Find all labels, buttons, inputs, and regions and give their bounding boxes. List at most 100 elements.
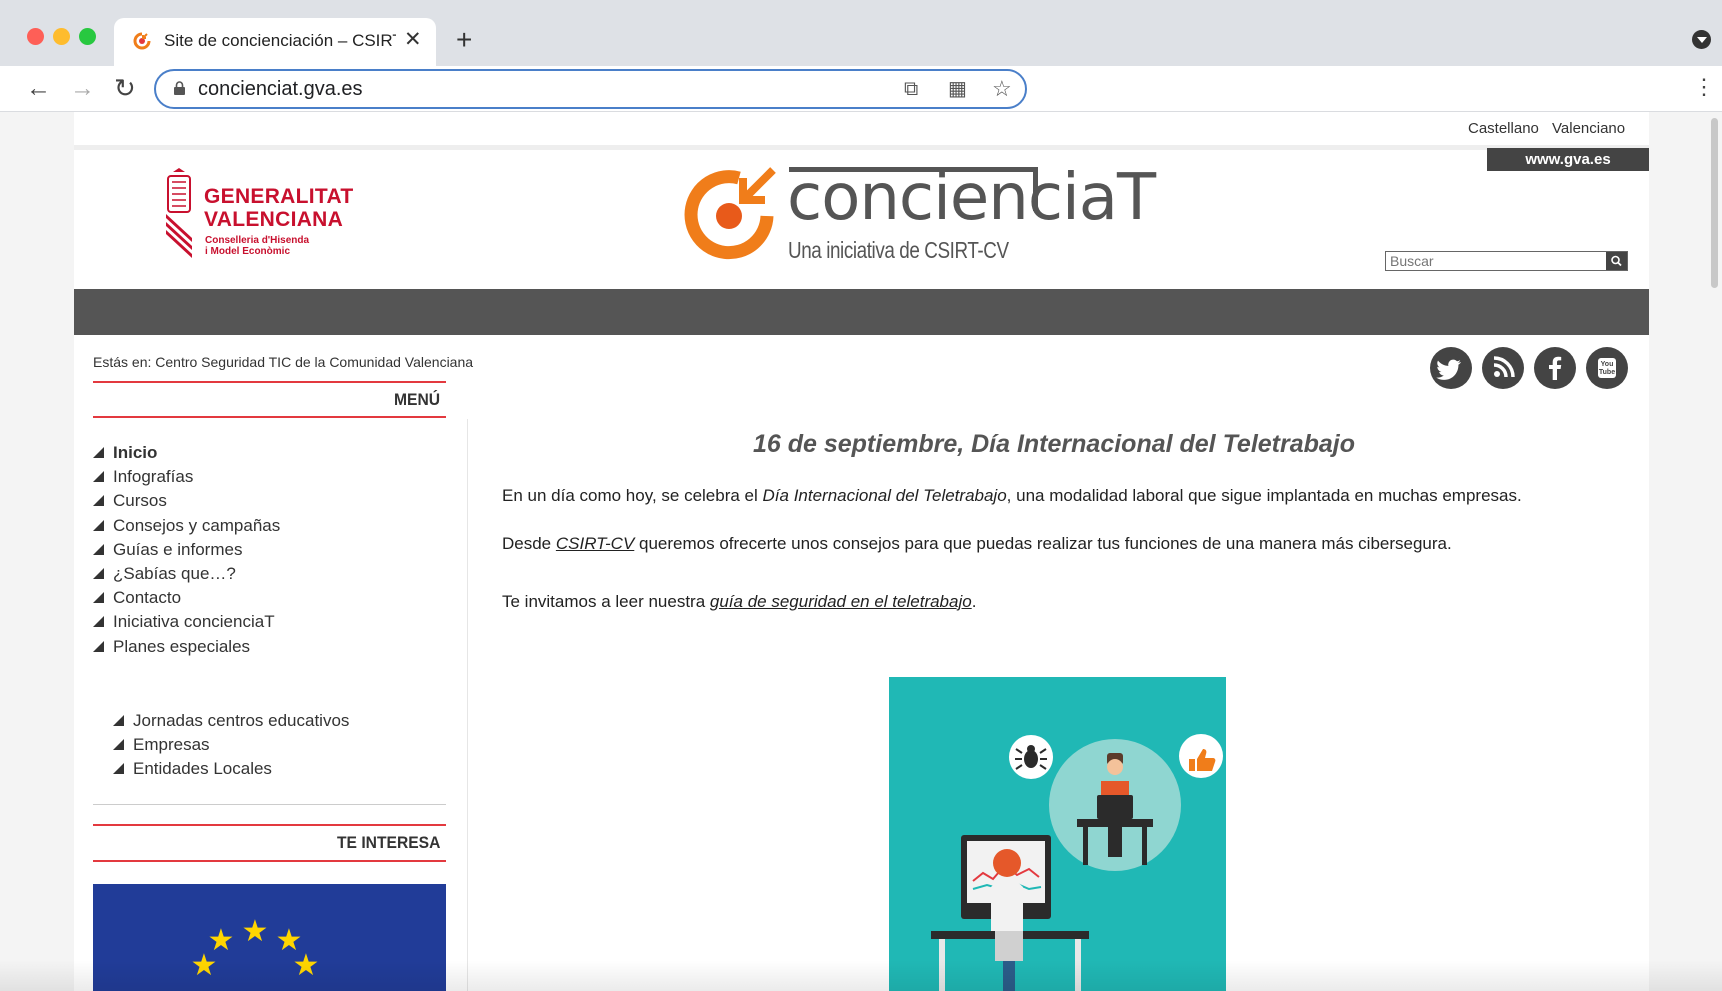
menu-item-label: Infografías <box>113 467 194 487</box>
svg-text:You: You <box>1601 361 1614 368</box>
csirt-cv-link[interactable]: CSIRT-CV <box>556 534 634 553</box>
reload-button[interactable]: ↻ <box>114 73 136 103</box>
conselleria-name-line1: Conselleria d'Hisenda <box>205 235 310 246</box>
new-tab-button[interactable]: + <box>456 26 472 54</box>
p2-text-end: queremos ofrecerte unos consejos para qu… <box>634 534 1452 553</box>
p3-text-end: . <box>971 592 977 611</box>
bullet-triangle-icon <box>93 471 104 483</box>
submenu-item-entidades[interactable]: Entidades Locales <box>113 757 349 781</box>
menu-item-guias[interactable]: Guías e informes <box>93 538 280 562</box>
menu-title: MENÚ <box>393 390 440 409</box>
search-input[interactable] <box>1386 252 1606 270</box>
bullet-triangle-icon <box>113 715 124 726</box>
rss-button[interactable] <box>1482 347 1524 389</box>
bullet-triangle-icon <box>93 519 104 531</box>
tab-close-icon[interactable]: ✕ <box>404 28 422 52</box>
menu-item-infografias[interactable]: Infografías <box>93 465 280 489</box>
cast-icon[interactable]: ⧉ <box>904 78 918 100</box>
menu-item-label: Iniciativa concienciaT <box>113 612 275 632</box>
generalitat-name: GENERALITAT VALENCIANA <box>204 185 354 231</box>
menu-item-label: Contacto <box>113 588 182 608</box>
p2-text: Desde <box>502 534 556 553</box>
article-paragraph-3: Te invitamos a leer nuestra guía de segu… <box>502 592 976 612</box>
bullet-triangle-icon <box>113 739 124 751</box>
svg-text:★: ★ <box>242 914 269 949</box>
menu-item-iniciativa[interactable]: Iniciativa concienciaT <box>93 610 280 634</box>
rss-icon <box>1493 356 1515 378</box>
bullet-triangle-icon <box>93 447 104 458</box>
bookmark-star-icon[interactable]: ☆ <box>992 78 1012 100</box>
column-divider <box>467 419 468 991</box>
concienciat-tagline: Una iniciativa de CSIRT-CV <box>788 237 1009 263</box>
menu-item-inicio[interactable]: Inicio <box>93 441 280 465</box>
menu-item-label: Planes especiales <box>113 636 251 656</box>
article-paragraph-2: Desde CSIRT-CV queremos ofrecerte unos c… <box>502 534 1452 554</box>
menu-item-label: Cursos <box>113 491 167 511</box>
url-text[interactable]: concienciat.gva.es <box>198 78 363 101</box>
submenu-item-empresas[interactable]: Empresas <box>113 733 349 757</box>
menu-item-sabias-que[interactable]: ¿Sabías que…? <box>93 562 280 586</box>
tab-title: Site de concienciación – CSIRT-CV <box>164 31 396 50</box>
menu-rule-bottom <box>93 416 446 418</box>
p3-text: Te invitamos a leer nuestra <box>502 592 710 611</box>
youtube-button[interactable]: You Tube <box>1586 347 1628 389</box>
concienciat-wordmark: concienciaT <box>787 161 1156 235</box>
breadcrumb: Estás en: Centro Seguridad TIC de la Com… <box>93 354 474 370</box>
p1-emphasis: Día Internacional del Teletrabajo <box>762 486 1007 505</box>
facebook-button[interactable] <box>1534 347 1576 389</box>
menu-item-label: Inicio <box>113 443 158 462</box>
submenu-item-label: Jornadas centros educativos <box>133 711 350 730</box>
address-bar[interactable]: concienciat.gva.es ⧉ ▦ ☆ <box>154 69 1027 109</box>
window-minimize-button[interactable] <box>53 28 70 45</box>
browser-tab-strip: Site de concienciación – CSIRT-CV ✕ + <box>0 0 1722 66</box>
lang-castellano-link[interactable]: Castellano <box>1468 120 1539 137</box>
menu-item-consejos[interactable]: Consejos y campañas <box>93 514 280 538</box>
window-bottom-shadow <box>0 960 1722 991</box>
menu-item-cursos[interactable]: Cursos <box>93 489 280 513</box>
youtube-icon: You Tube <box>1598 358 1616 378</box>
submenu-item-label: Entidades Locales <box>133 759 272 779</box>
submenu-item-jornadas[interactable]: Jornadas centros educativos <box>113 709 349 733</box>
search-button[interactable] <box>1606 252 1627 270</box>
conselleria-name: Conselleria d'Hisenda i Model Econòmic <box>205 235 309 257</box>
lang-valenciano-link[interactable]: Valenciano <box>1552 120 1625 137</box>
bullet-triangle-icon <box>113 763 124 775</box>
browser-tab-active[interactable]: Site de concienciación – CSIRT-CV ✕ <box>114 18 436 66</box>
bullet-triangle-icon <box>93 592 104 604</box>
p1-text-end: , una modalidad laboral que sigue implan… <box>1006 486 1522 505</box>
menu-item-label: Guías e informes <box>113 539 243 559</box>
browser-toolbar: ← → ↻ concienciat.gva.es ⧉ ▦ ☆ ⋮ <box>0 66 1722 112</box>
interest-title: TE INTERESA <box>336 833 440 852</box>
facebook-icon <box>1549 356 1562 380</box>
window-maximize-button[interactable] <box>79 28 96 45</box>
bullet-triangle-icon <box>93 640 104 652</box>
forward-button[interactable]: → <box>70 73 95 103</box>
lock-icon <box>174 81 185 95</box>
interest-rule-bottom <box>93 860 446 862</box>
article-paragraph-1: En un día como hoy, se celebra el Día In… <box>502 486 1522 506</box>
article-title: 16 de septiembre, Día Internacional del … <box>752 430 1356 458</box>
svg-text:Tube: Tube <box>1599 369 1615 376</box>
menu-item-planes[interactable]: Planes especiales <box>93 635 280 659</box>
twitter-icon <box>1436 359 1461 380</box>
menu-item-contacto[interactable]: Contacto <box>93 586 280 610</box>
teletrabajo-guide-link[interactable]: guía de seguridad en el teletrabajo <box>710 592 972 611</box>
browser-menu-icon[interactable]: ⋮ <box>1693 76 1715 98</box>
concienciat-logo-icon[interactable] <box>681 164 781 264</box>
page-scrollbar[interactable] <box>1711 118 1718 288</box>
tab-search-icon[interactable] <box>1692 30 1711 49</box>
menu-item-label: ¿Sabías que…? <box>113 564 236 584</box>
main-nav-bar <box>74 289 1649 335</box>
p1-text: En un día como hoy, se celebra el <box>502 486 763 505</box>
site-favicon-icon <box>133 32 151 50</box>
back-button[interactable]: ← <box>26 73 51 103</box>
gva-website-link[interactable]: www.gva.es <box>1487 148 1649 171</box>
sidebar-divider <box>93 804 446 805</box>
header-separator <box>74 145 1649 150</box>
conselleria-name-line2: i Model Econòmic <box>205 246 291 257</box>
search-box <box>1385 251 1628 271</box>
twitter-button[interactable] <box>1430 347 1472 389</box>
window-close-button[interactable] <box>27 28 44 45</box>
qr-code-icon[interactable]: ▦ <box>948 78 967 100</box>
bullet-triangle-icon <box>93 543 104 555</box>
